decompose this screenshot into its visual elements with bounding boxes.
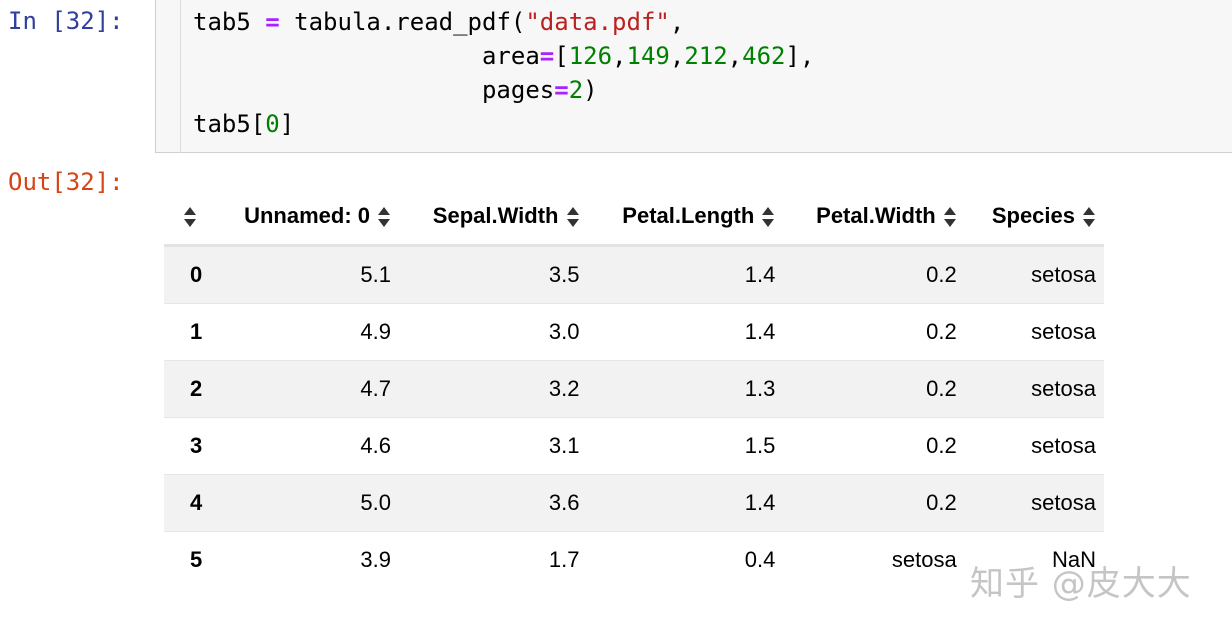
row-index: 1 <box>190 319 203 344</box>
table-cell: 0.2 <box>926 433 957 458</box>
row-index: 5 <box>190 547 203 572</box>
table-cell: 0.2 <box>926 319 957 344</box>
sort-icon[interactable] <box>943 207 957 228</box>
table-cell: setosa <box>1031 262 1096 287</box>
column-header[interactable]: Unnamed: 0 <box>210 188 399 247</box>
table-cell: setosa <box>1031 376 1096 401</box>
table-cell: 1.7 <box>548 547 580 572</box>
code-gutter <box>180 0 181 153</box>
watermark: 知乎 @皮大大 <box>970 564 1192 604</box>
table-row: 4 5.0 3.6 1.4 0.2 setosa <box>164 474 1104 532</box>
code-line-1: tab5 = tabula.read_pdf("data.pdf", <box>193 8 685 36</box>
table-header-row: Unnamed: 0 Sepal.Width Petal.Length Peta… <box>164 188 1104 247</box>
table-cell: 1.4 <box>744 262 776 287</box>
input-prompt: In [32]: <box>8 7 124 35</box>
table-cell: 3.2 <box>548 376 580 401</box>
table-cell: setosa <box>1031 319 1096 344</box>
table-cell: 3.5 <box>548 262 580 287</box>
table-row: 5 3.9 1.7 0.4 setosa NaN <box>164 532 1104 589</box>
table-cell: 5.0 <box>360 490 391 515</box>
table-cell: 5.1 <box>360 262 391 287</box>
table-cell: 1.5 <box>744 433 776 458</box>
table-cell: 3.6 <box>548 490 580 515</box>
table-cell: setosa <box>1031 433 1096 458</box>
table-cell: 3.0 <box>548 319 580 344</box>
table-cell: setosa <box>1031 490 1096 515</box>
index-header[interactable] <box>164 188 211 247</box>
column-header[interactable]: Petal.Length <box>587 188 784 247</box>
table-row: 2 4.7 3.2 1.3 0.2 setosa <box>164 360 1104 418</box>
table-cell: 3.1 <box>548 433 580 458</box>
table-row: 1 4.9 3.0 1.4 0.2 setosa <box>164 304 1104 361</box>
code-line-4: tab5[0] <box>193 110 295 138</box>
code-line-3: pages=2) <box>193 76 598 104</box>
sort-icon[interactable] <box>184 207 197 228</box>
table-cell: 4.9 <box>360 319 391 344</box>
table-cell: setosa <box>891 547 957 572</box>
column-header[interactable]: Petal.Width <box>783 188 965 247</box>
row-index: 0 <box>190 262 203 287</box>
column-header[interactable]: Sepal.Width <box>399 188 588 247</box>
column-header[interactable]: Species <box>964 188 1104 247</box>
sort-icon[interactable] <box>1083 207 1096 228</box>
table-cell: 0.2 <box>926 262 957 287</box>
row-index: 4 <box>190 490 203 515</box>
code-editor[interactable]: tab5 = tabula.read_pdf("data.pdf", area=… <box>193 5 814 141</box>
row-index: 3 <box>190 433 203 458</box>
output-prompt: Out[32]: <box>8 168 124 196</box>
sort-icon[interactable] <box>566 207 580 228</box>
table-cell: 0.2 <box>926 376 957 401</box>
table-row: 0 5.1 3.5 1.4 0.2 setosa <box>164 245 1104 304</box>
table-cell: 0.2 <box>926 490 957 515</box>
table-cell: 1.4 <box>744 319 776 344</box>
table-row: 3 4.6 3.1 1.5 0.2 setosa <box>164 418 1104 475</box>
table-cell: 1.3 <box>744 376 776 401</box>
table-cell: 3.9 <box>360 547 391 572</box>
table-cell: 1.4 <box>744 490 776 515</box>
sort-icon[interactable] <box>762 207 775 228</box>
table-cell: 4.7 <box>360 376 391 401</box>
sort-icon[interactable] <box>378 207 391 228</box>
row-index: 2 <box>190 376 203 401</box>
code-line-2: area=[126,149,212,462], <box>193 42 815 70</box>
table-cell: 4.6 <box>360 433 391 458</box>
table-cell: 0.4 <box>744 547 776 572</box>
dataframe-table: Unnamed: 0 Sepal.Width Petal.Length Peta… <box>164 188 1104 588</box>
